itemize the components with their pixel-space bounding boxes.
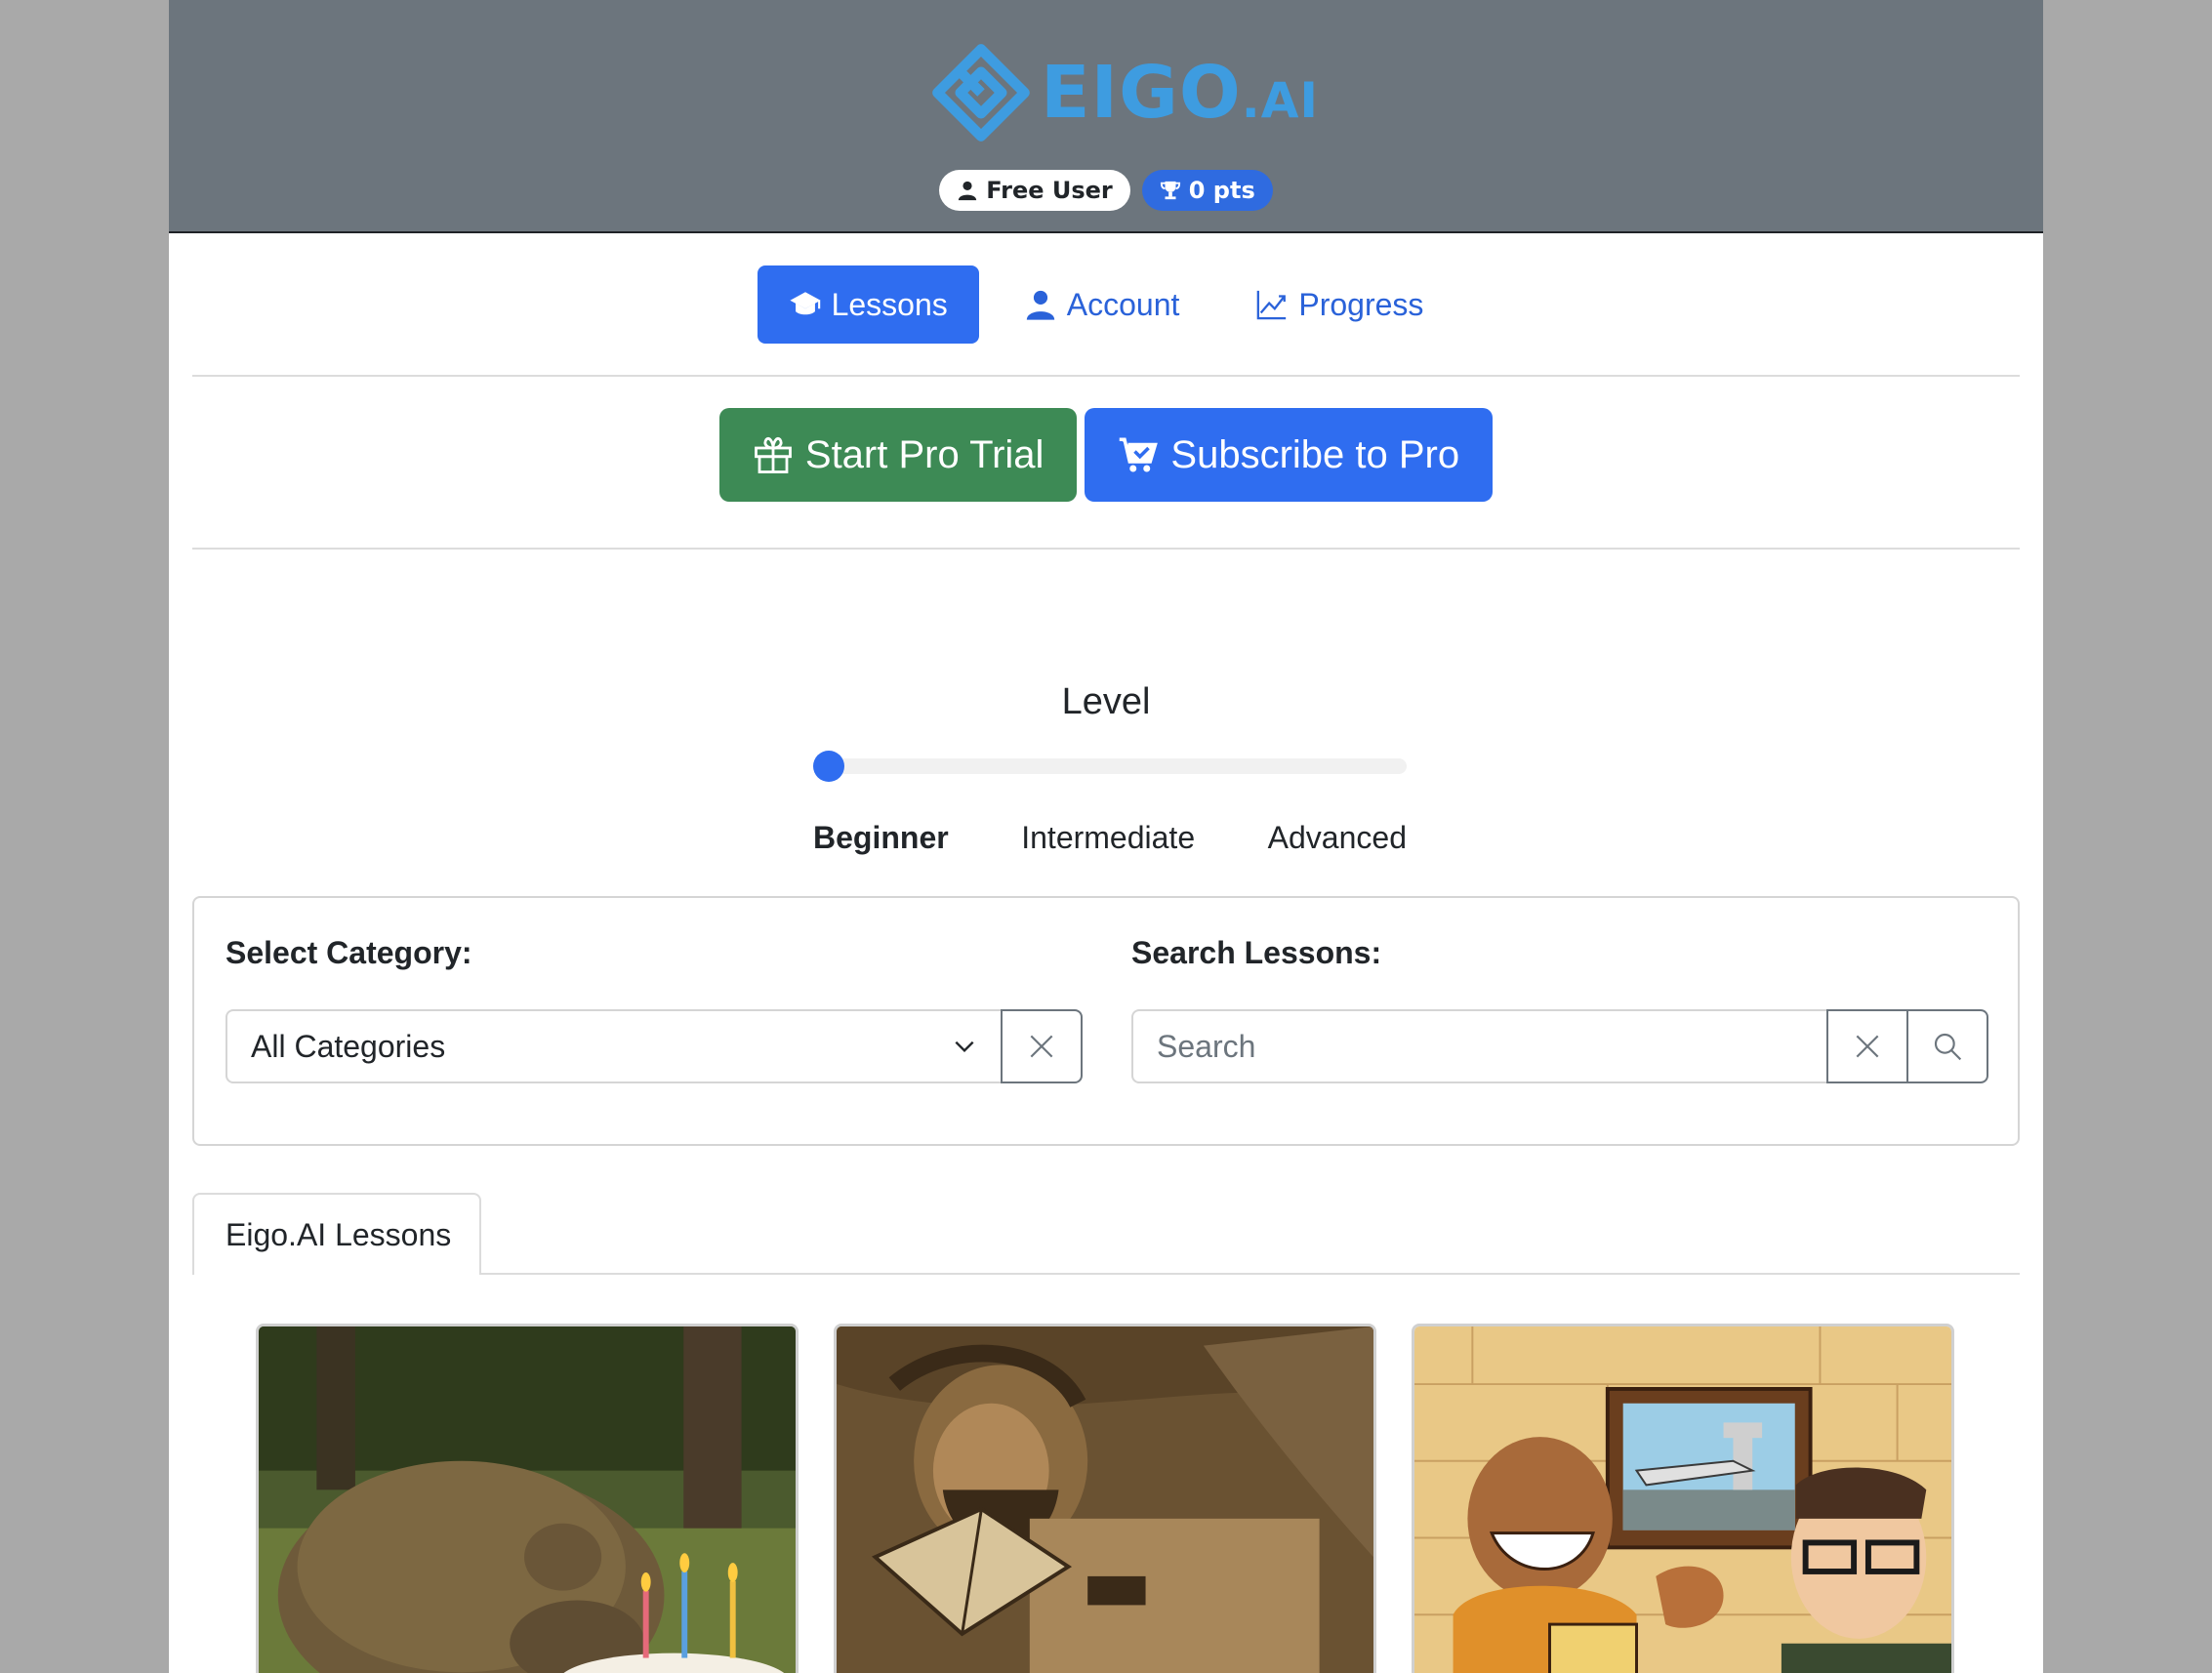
logo-mark-icon	[932, 44, 1030, 142]
main-nav: Lessons Account Progress	[169, 265, 2043, 344]
trophy-icon	[1160, 181, 1180, 200]
points-label: 0 pts	[1188, 177, 1255, 204]
search-input[interactable]: Search	[1131, 1009, 1828, 1083]
level-slider-thumb[interactable]	[813, 751, 844, 782]
tortoise-birthday-image	[259, 1326, 796, 1673]
level-option-beginner[interactable]: Beginner	[813, 820, 949, 856]
logo-suffix-text: .AI	[1241, 72, 1320, 129]
lesson-card[interactable]	[834, 1324, 1376, 1673]
subscribe-to-pro-label: Subscribe to Pro	[1170, 432, 1460, 476]
nav-lessons[interactable]: Lessons	[757, 265, 979, 344]
pro-cta: Start Pro Trial Subscribe to Pro	[169, 408, 2043, 502]
divider	[192, 375, 2020, 377]
person-icon	[1026, 290, 1054, 320]
start-pro-trial-button[interactable]: Start Pro Trial	[718, 408, 1078, 502]
level-option-intermediate[interactable]: Intermediate	[1021, 820, 1195, 856]
close-icon	[1030, 1035, 1053, 1058]
logo-wordmark: EIGO .AI	[1041, 57, 1319, 129]
logo-main-text: EIGO	[1041, 51, 1242, 135]
level-title: Level	[1061, 681, 1151, 722]
nav-account[interactable]: Account	[993, 265, 1211, 344]
divider	[192, 548, 2020, 550]
logo[interactable]: EIGO .AI	[929, 39, 1319, 146]
level-options: Beginner Intermediate Advanced	[813, 820, 1407, 856]
clear-category-button[interactable]	[1001, 1009, 1083, 1083]
tab-eigo-lessons[interactable]: Eigo.AI Lessons	[192, 1193, 481, 1275]
start-pro-trial-label: Start Pro Trial	[804, 432, 1045, 476]
chevron-down-icon	[955, 1041, 974, 1053]
site-header: EIGO .AI Free User 0 pts	[169, 0, 2043, 233]
cart-check-icon	[1120, 437, 1159, 472]
nav-progress-label: Progress	[1298, 286, 1424, 322]
category-label: Select Category:	[225, 935, 472, 970]
level-slider[interactable]	[813, 751, 1407, 782]
filter-card: Select Category: All Categories Search L…	[192, 896, 2020, 1146]
airport-cartoon-image	[1414, 1326, 1951, 1673]
points-badge: 0 pts	[1141, 170, 1273, 211]
search-button[interactable]	[1906, 1009, 1988, 1083]
search-placeholder: Search	[1157, 1028, 1256, 1064]
category-select-value: All Categories	[251, 1028, 446, 1064]
person-icon	[959, 181, 977, 201]
nav-progress[interactable]: Progress	[1224, 265, 1454, 344]
search-label: Search Lessons:	[1131, 935, 1382, 970]
lesson-card[interactable]	[1412, 1324, 1954, 1673]
graduation-cap-icon	[789, 292, 821, 315]
app-page: EIGO .AI Free User 0 pts Lessons Account	[169, 0, 2043, 1673]
line-chart-icon	[1257, 290, 1287, 320]
lesson-card[interactable]	[256, 1324, 799, 1673]
clear-search-button[interactable]	[1826, 1009, 1908, 1083]
gift-icon	[754, 437, 792, 473]
nav-lessons-label: Lessons	[831, 286, 948, 322]
tab-eigo-lessons-label: Eigo.AI Lessons	[225, 1216, 452, 1252]
search-icon	[1934, 1033, 1962, 1061]
tired-man-reading-image	[837, 1326, 1373, 1673]
user-badges: Free User 0 pts	[169, 170, 2043, 211]
category-select[interactable]: All Categories	[225, 1009, 1003, 1083]
free-user-badge: Free User	[939, 170, 1130, 211]
nav-account-label: Account	[1066, 286, 1180, 322]
subscribe-to-pro-button[interactable]: Subscribe to Pro	[1085, 408, 1494, 502]
level-option-advanced[interactable]: Advanced	[1268, 820, 1407, 856]
free-user-label: Free User	[986, 177, 1113, 204]
close-icon	[1856, 1035, 1879, 1058]
